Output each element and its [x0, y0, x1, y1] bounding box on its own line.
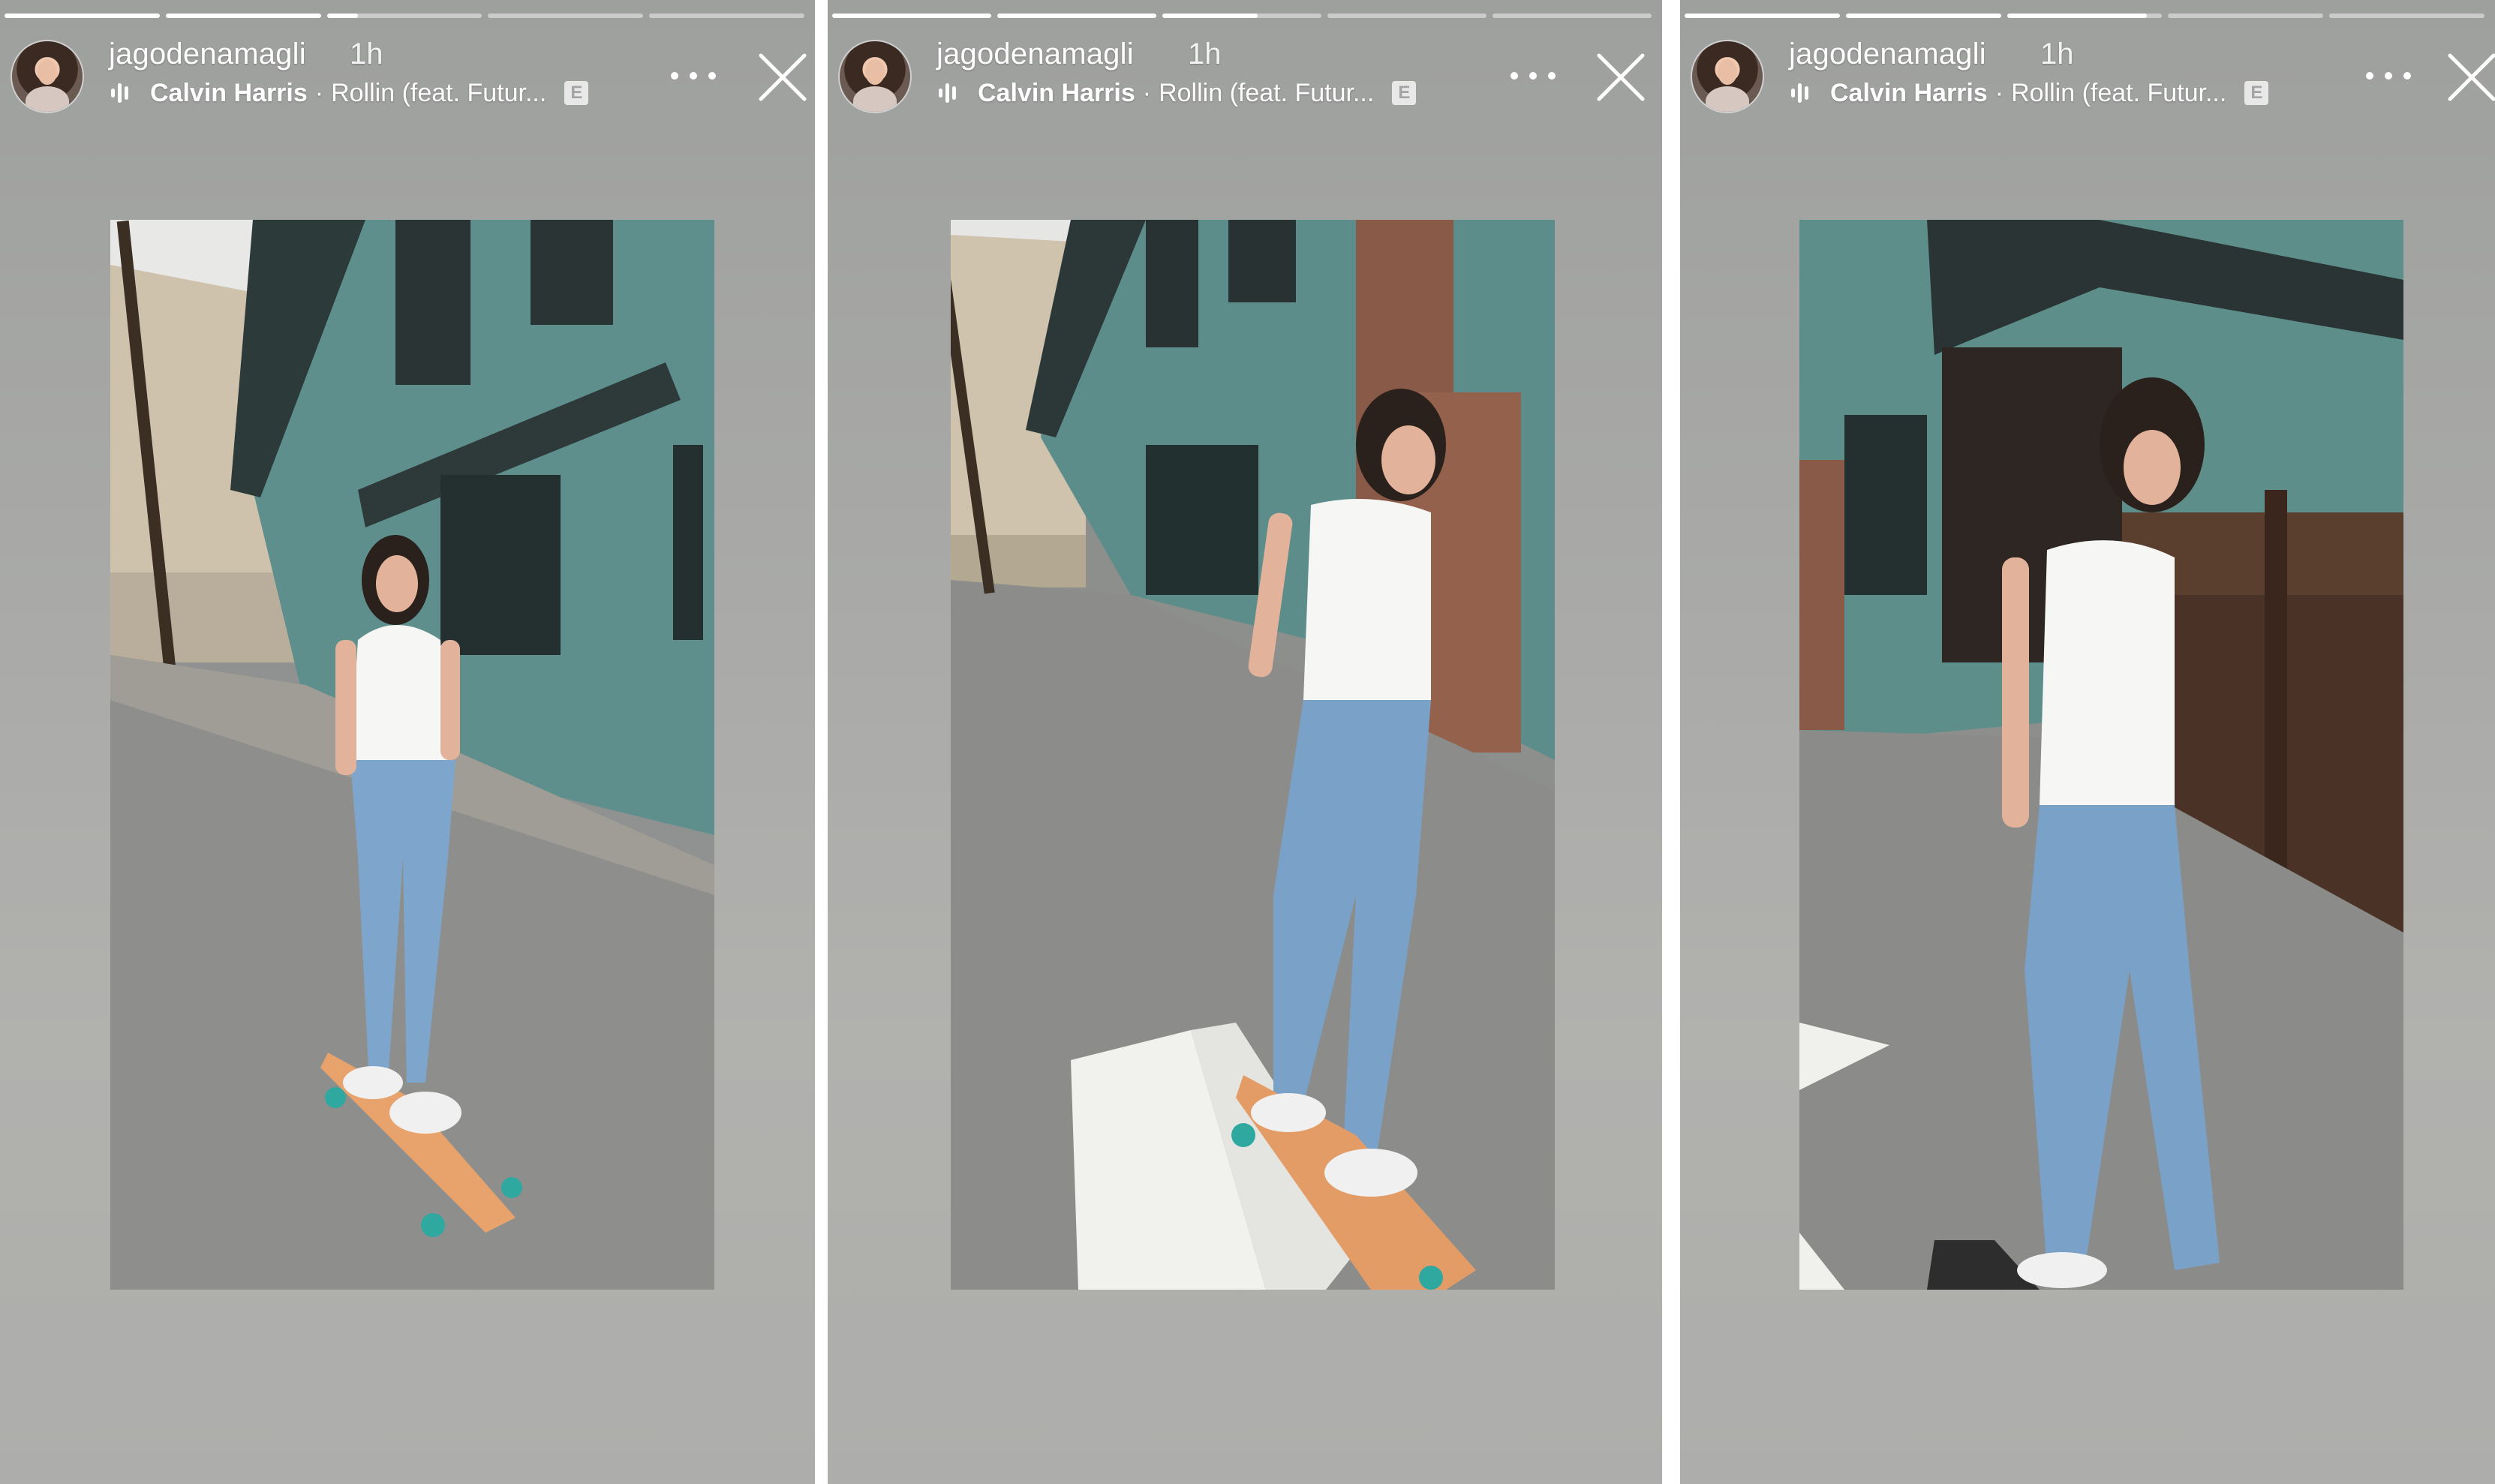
- progress-segment: [2168, 14, 2324, 18]
- story-progress: [1685, 14, 2484, 20]
- music-separator: ·: [314, 78, 324, 107]
- music-separator: ·: [1142, 78, 1152, 107]
- progress-segment: [1685, 14, 1840, 18]
- explicit-badge: E: [564, 81, 589, 105]
- story-panel[interactable]: jagodenamagli 1h Calvin Harris · Rollin …: [828, 0, 1662, 1484]
- post-time: 1h: [1188, 38, 1222, 71]
- story-panel[interactable]: jagodenamagli 1h Calvin Harris · Rollin …: [1680, 0, 2495, 1484]
- progress-segment: [997, 14, 1156, 18]
- story-header: jagodenamagli 1h Calvin Harris · Rollin …: [1680, 38, 2495, 120]
- music-track: Rollin (feat. Futur...: [2011, 78, 2227, 107]
- close-icon[interactable]: [1595, 51, 1647, 104]
- music-info[interactable]: Calvin Harris · Rollin (feat. Futur... E: [1791, 78, 2269, 108]
- progress-segment: [1327, 14, 1486, 18]
- story-strip: jagodenamagli 1h Calvin Harris · Rollin …: [0, 0, 2495, 1484]
- more-icon[interactable]: [2366, 72, 2411, 81]
- progress-segment: [832, 14, 991, 18]
- post-time: 1h: [350, 38, 383, 71]
- progress-segment: [326, 14, 482, 18]
- progress-segment: [1492, 14, 1652, 18]
- progress-segment: [649, 14, 804, 18]
- story-header: jagodenamagli 1h Calvin Harris · Rollin …: [0, 38, 815, 120]
- close-icon[interactable]: [756, 51, 809, 104]
- progress-segment: [1845, 14, 2001, 18]
- avatar[interactable]: [840, 41, 910, 112]
- progress-segment: [2007, 14, 2163, 18]
- username[interactable]: jagodenamagli: [936, 38, 1134, 71]
- progress-segment: [165, 14, 321, 18]
- story-photo: [110, 220, 714, 1290]
- explicit-badge: E: [1392, 81, 1417, 105]
- explicit-badge: E: [2244, 81, 2269, 105]
- audio-wave-icon: [1791, 82, 1818, 104]
- progress-segment: [488, 14, 644, 18]
- music-artist: Calvin Harris: [1830, 78, 1988, 107]
- music-track: Rollin (feat. Futur...: [331, 78, 547, 107]
- close-icon[interactable]: [2445, 51, 2495, 104]
- progress-segment: [1162, 14, 1321, 18]
- story-panel[interactable]: jagodenamagli 1h Calvin Harris · Rollin …: [0, 0, 815, 1484]
- avatar[interactable]: [12, 41, 83, 112]
- progress-segment: [5, 14, 160, 18]
- audio-wave-icon: [939, 82, 966, 104]
- story-photo: [951, 220, 1555, 1290]
- progress-segment: [2329, 14, 2484, 18]
- more-icon[interactable]: [671, 72, 716, 81]
- username[interactable]: jagodenamagli: [1789, 38, 1986, 71]
- audio-wave-icon: [111, 82, 138, 104]
- story-photo: [1799, 220, 2403, 1290]
- post-time: 1h: [2040, 38, 2074, 71]
- music-info[interactable]: Calvin Harris · Rollin (feat. Futur... E: [939, 78, 1417, 108]
- story-progress: [832, 14, 1652, 20]
- more-icon[interactable]: [1511, 72, 1556, 81]
- music-artist: Calvin Harris: [978, 78, 1135, 107]
- avatar[interactable]: [1692, 41, 1763, 112]
- story-progress: [5, 14, 804, 20]
- music-separator: ·: [1994, 78, 2004, 107]
- music-info[interactable]: Calvin Harris · Rollin (feat. Futur... E: [111, 78, 589, 108]
- music-artist: Calvin Harris: [150, 78, 308, 107]
- story-header: jagodenamagli 1h Calvin Harris · Rollin …: [828, 38, 1662, 120]
- music-track: Rollin (feat. Futur...: [1159, 78, 1375, 107]
- username[interactable]: jagodenamagli: [109, 38, 306, 71]
